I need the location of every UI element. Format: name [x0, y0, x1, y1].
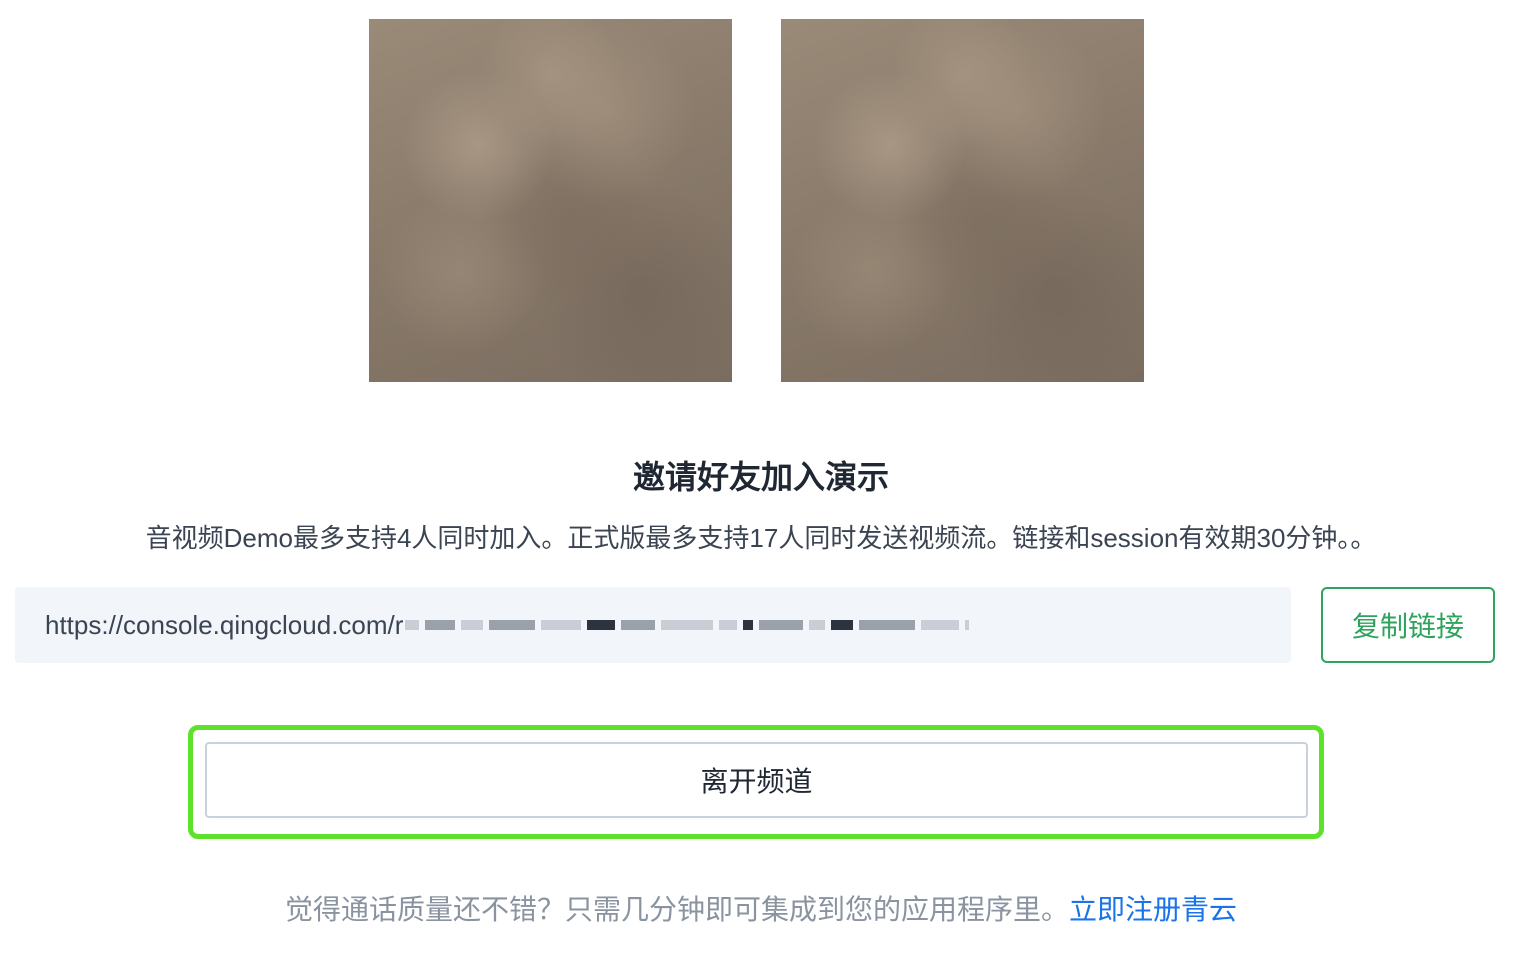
footer-text: 觉得通话质量还不错？只需几分钟即可集成到您的应用程序里。 — [284, 894, 1069, 925]
copy-link-button[interactable]: 复制链接 — [1321, 587, 1495, 663]
invite-link-field[interactable]: https://console.qingcloud.com/r — [15, 587, 1291, 663]
redacted-link-portion — [405, 620, 970, 630]
invite-title: 邀请好友加入演示 — [632, 459, 889, 495]
footer-promo: 觉得通话质量还不错？只需几分钟即可集成到您的应用程序里。立即注册青云 — [0, 888, 1522, 928]
register-link[interactable]: 立即注册青云 — [1069, 894, 1237, 925]
invite-description: 音视频Demo最多支持4人同时加入。正式版最多支持17人同时发送视频流。链接和s… — [145, 523, 1377, 553]
local-video-tile — [369, 19, 732, 382]
invite-link-text: https://console.qingcloud.com/r — [45, 609, 404, 640]
leave-channel-button[interactable]: 离开频道 — [205, 742, 1308, 818]
remote-video-tile — [781, 19, 1144, 382]
